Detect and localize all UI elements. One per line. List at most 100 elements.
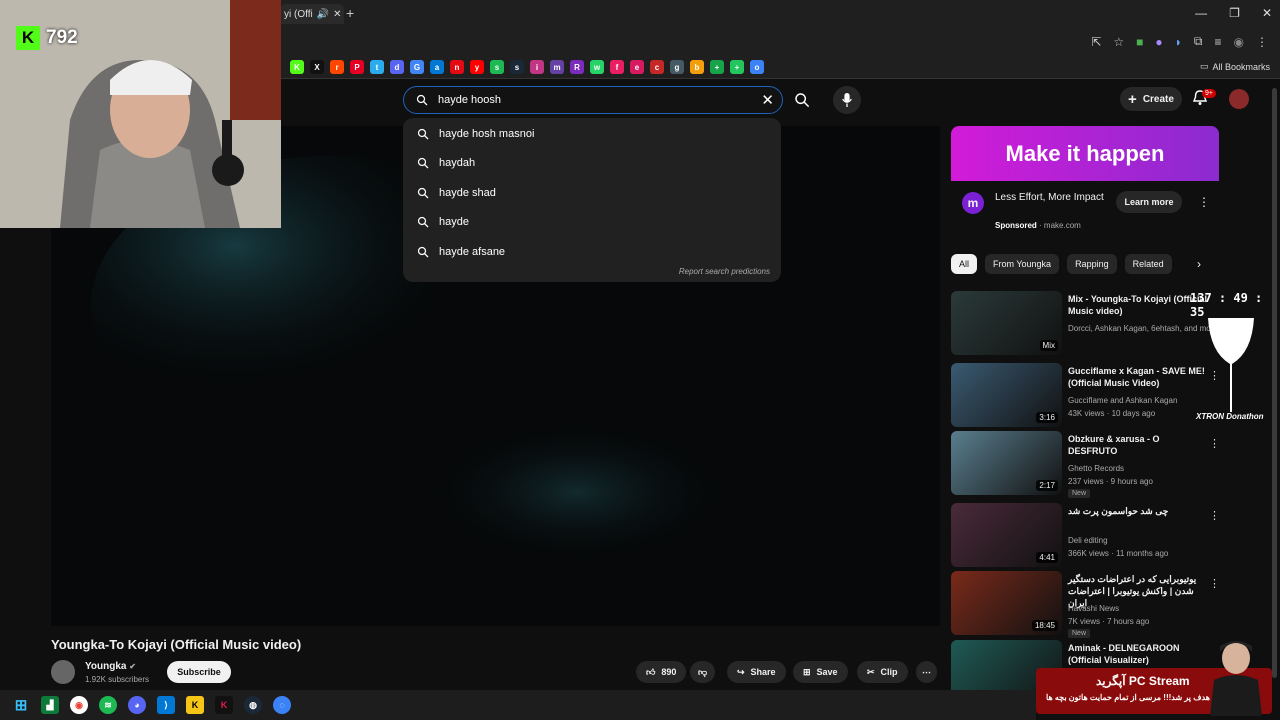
suggestion-item[interactable]: hayde afsane bbox=[417, 246, 505, 258]
browser-app-icon[interactable]: ◌ bbox=[273, 696, 291, 714]
bookmark-favicon-icon[interactable]: y bbox=[470, 60, 484, 74]
more-options-icon[interactable]: ⋮ bbox=[1209, 509, 1220, 522]
scrollbar-thumb[interactable] bbox=[1272, 88, 1277, 678]
reading-list-icon[interactable]: ≡ bbox=[1215, 35, 1222, 49]
chip-from-channel[interactable]: From Youngka bbox=[985, 254, 1060, 274]
chip-related[interactable]: Related bbox=[1124, 254, 1172, 274]
dislike-button[interactable]: 👎︎ bbox=[690, 661, 716, 683]
close-tab-icon[interactable]: ✕ bbox=[333, 9, 341, 20]
bookmark-favicon-icon[interactable]: G bbox=[410, 60, 424, 74]
new-tab-button[interactable]: + bbox=[346, 5, 354, 21]
vscode-icon[interactable]: ⟩ bbox=[157, 696, 175, 714]
save-button[interactable]: ⊞ Save bbox=[793, 661, 848, 683]
account-avatar[interactable] bbox=[1229, 89, 1249, 109]
ad-menu-icon[interactable]: ⋮ bbox=[1198, 195, 1210, 209]
channel-name[interactable]: Youngka ✔ bbox=[85, 661, 136, 672]
bookmark-favicon-icon[interactable]: t bbox=[370, 60, 384, 74]
report-predictions-link[interactable]: Report search predictions bbox=[679, 267, 770, 276]
all-bookmarks[interactable]: ▭ All Bookmarks bbox=[1200, 61, 1270, 72]
bookmark-favicon-icon[interactable]: f bbox=[610, 60, 624, 74]
more-options-icon[interactable]: ⋮ bbox=[1209, 577, 1220, 590]
learn-more-button[interactable]: Learn more bbox=[1116, 191, 1182, 213]
extension-icon[interactable]: ■ bbox=[1136, 35, 1143, 49]
bookmark-favicon-icon[interactable]: s bbox=[510, 60, 524, 74]
video-thumbnail[interactable]: Mix bbox=[951, 291, 1062, 355]
channel-avatar[interactable] bbox=[51, 660, 75, 684]
bookmark-favicon-icon[interactable]: g bbox=[670, 60, 684, 74]
search-button[interactable] bbox=[788, 86, 816, 114]
video-thumbnail[interactable]: 18:45 bbox=[951, 571, 1062, 635]
install-icon[interactable]: ⇱ bbox=[1091, 35, 1101, 49]
more-menu-icon[interactable]: ⋮ bbox=[1256, 35, 1268, 49]
recommendation-title[interactable]: چی شد حواسمون پرت شد bbox=[1068, 505, 1208, 517]
bookmark-favicon-icon[interactable]: c bbox=[650, 60, 664, 74]
extension-icon[interactable]: ● bbox=[1155, 35, 1162, 49]
clear-search-icon[interactable]: ✕ bbox=[761, 91, 774, 109]
more-actions-button[interactable]: ⋯ bbox=[916, 661, 937, 683]
bookmark-favicon-icon[interactable]: w bbox=[590, 60, 604, 74]
recommendation-title[interactable]: Aminak - DELNEGAROON (Official Visualize… bbox=[1068, 642, 1208, 666]
restore-icon[interactable]: ❐ bbox=[1229, 6, 1240, 20]
bookmark-favicon-icon[interactable]: b bbox=[690, 60, 704, 74]
bookmark-favicon-icon[interactable]: r bbox=[330, 60, 344, 74]
clip-button[interactable]: ✂ Clip bbox=[857, 661, 908, 683]
windows-start-icon[interactable]: ⊞ bbox=[12, 696, 30, 714]
chrome-icon[interactable]: ◉ bbox=[70, 696, 88, 714]
chevron-right-icon[interactable]: › bbox=[1197, 257, 1201, 271]
voice-search-button[interactable] bbox=[833, 86, 861, 114]
suggestion-item[interactable]: hayde shad bbox=[417, 187, 496, 199]
bookmark-star-icon[interactable]: ☆ bbox=[1113, 35, 1124, 49]
search-box[interactable]: ✕ bbox=[403, 86, 783, 114]
bookmark-favicon-icon[interactable]: o bbox=[750, 60, 764, 74]
suggestion-item[interactable]: haydah bbox=[417, 157, 475, 169]
video-thumbnail[interactable]: 4:41 bbox=[951, 503, 1062, 567]
profile-avatar-icon[interactable]: ◉ bbox=[1234, 35, 1244, 49]
video-thumbnail[interactable]: 2:17 bbox=[951, 431, 1062, 495]
recommendation-title[interactable]: Gucciflame x Kagan - SAVE ME! (Official … bbox=[1068, 365, 1208, 389]
app-icon[interactable]: K bbox=[186, 696, 204, 714]
discord-icon[interactable]: ◕ bbox=[128, 696, 146, 714]
suggestion-item[interactable]: hayde bbox=[417, 216, 469, 228]
extension-icon[interactable]: ◗ bbox=[1175, 35, 1182, 49]
bookmark-favicon-icon[interactable]: s bbox=[490, 60, 504, 74]
recommendation-title[interactable]: Obzkure & xarusa - O DESFRUTO bbox=[1068, 433, 1208, 457]
search-input[interactable] bbox=[436, 93, 740, 107]
recommendation-item[interactable]: 4:41 چی شد حواسمون پرت شد Deli editing 366K… bbox=[951, 503, 1251, 567]
browser-tab[interactable]: yi (Offi 🔊 ✕ bbox=[280, 4, 344, 24]
bookmark-favicon-icon[interactable]: K bbox=[290, 60, 304, 74]
share-button[interactable]: ↪ Share bbox=[727, 661, 786, 683]
bookmark-favicon-icon[interactable]: m bbox=[550, 60, 564, 74]
like-button[interactable]: 👍︎ 890 bbox=[636, 661, 687, 683]
ad-banner[interactable]: Make it happen bbox=[951, 126, 1219, 181]
bookmark-favicon-icon[interactable]: P bbox=[350, 60, 364, 74]
close-window-icon[interactable]: ✕ bbox=[1262, 6, 1272, 20]
more-options-icon[interactable]: ⋮ bbox=[1209, 437, 1220, 450]
puzzle-icon[interactable]: ⧉ bbox=[1194, 34, 1203, 49]
speaker-icon[interactable]: 🔊 bbox=[317, 9, 329, 20]
bookmark-favicon-icon[interactable]: R bbox=[570, 60, 584, 74]
kick-app-icon[interactable]: K bbox=[215, 696, 233, 714]
bookmark-favicon-icon[interactable]: + bbox=[710, 60, 724, 74]
video-thumbnail[interactable]: 3:16 bbox=[951, 363, 1062, 427]
chip-all[interactable]: All bbox=[951, 254, 978, 274]
bookmark-favicon-icon[interactable]: d bbox=[390, 60, 404, 74]
recommendation-item[interactable]: 2:17 Obzkure & xarusa - O DESFRUTO Ghetto … bbox=[951, 431, 1251, 498]
bookmark-favicon-icon[interactable]: a bbox=[430, 60, 444, 74]
bookmark-favicon-icon[interactable]: e bbox=[630, 60, 644, 74]
task-manager-icon[interactable]: ▟ bbox=[41, 696, 59, 714]
chip-rapping[interactable]: Rapping bbox=[1067, 254, 1117, 274]
create-button[interactable]: + Create bbox=[1120, 87, 1182, 111]
recommendation-title[interactable]: Mix - Youngka-To Kojayi (Official Music … bbox=[1068, 293, 1208, 317]
spotify-icon[interactable]: ≋ bbox=[99, 696, 117, 714]
bookmark-favicon-icon[interactable]: X bbox=[310, 60, 324, 74]
bookmark-favicon-icon[interactable]: n bbox=[450, 60, 464, 74]
bookmark-favicon-icon[interactable]: i bbox=[530, 60, 544, 74]
minimize-icon[interactable]: — bbox=[1195, 6, 1207, 20]
bookmark-favicon-icon[interactable]: + bbox=[730, 60, 744, 74]
suggestion-item[interactable]: hayde hosh masnoi bbox=[417, 128, 534, 140]
page-scrollbar[interactable] bbox=[1271, 84, 1278, 684]
donathon-label: XTRON Donathon bbox=[1196, 412, 1264, 421]
recommendation-item[interactable]: 18:45 یوتیوبرایی که در اعتراضات دستگیر شد… bbox=[951, 571, 1251, 638]
steam-icon[interactable]: ◍ bbox=[244, 696, 262, 714]
subscribe-button[interactable]: Subscribe bbox=[167, 661, 231, 683]
